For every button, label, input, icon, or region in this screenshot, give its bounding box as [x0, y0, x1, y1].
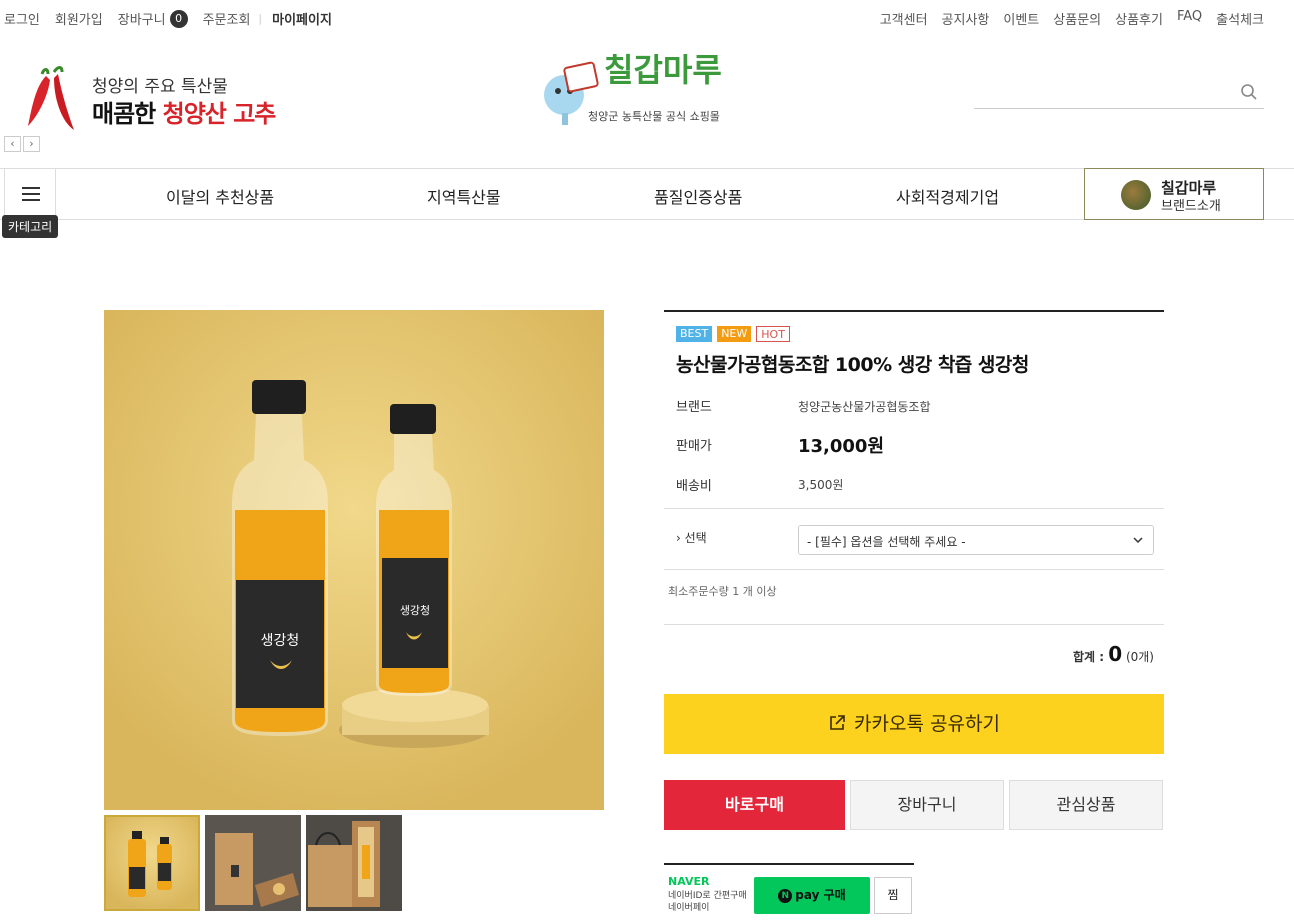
- total-label: 합계 :: [1072, 650, 1109, 664]
- total-count: (0개): [1125, 650, 1154, 664]
- divider: [664, 569, 1164, 570]
- category-menu-button[interactable]: [4, 169, 56, 219]
- hamburger-line: [22, 187, 40, 189]
- logo-tagline: 청양군 농특산물 공식 쇼핑몰: [588, 110, 720, 123]
- next-arrow-icon[interactable]: ›: [23, 136, 40, 152]
- kakao-share-label: 카카오톡 공유하기: [854, 713, 1000, 735]
- total-value: 0: [1108, 642, 1123, 666]
- order-lookup-link[interactable]: 주문조회: [203, 9, 251, 28]
- naver-pay-button[interactable]: Npay 구매: [754, 877, 870, 914]
- naver-pay-label: pay 구매: [795, 888, 846, 902]
- nav-item-monthly-pick[interactable]: 이달의 추천상품: [166, 184, 274, 208]
- brand-value: 청양군농산물가공협동조합: [798, 400, 931, 414]
- product-info-panel: BEST NEW HOT 농산물가공협동조합 100% 생강 착즙 생강청 브랜…: [664, 310, 1164, 920]
- banner-title-part2: 청양산 고추: [162, 100, 277, 128]
- banner-slide-arrows: ‹ ›: [4, 136, 42, 152]
- faq-link[interactable]: FAQ: [1177, 9, 1202, 28]
- cart-count-badge: 0: [169, 9, 188, 28]
- share-icon: [830, 715, 845, 730]
- event-link[interactable]: 이벤트: [1003, 9, 1039, 28]
- hot-badge: HOT: [756, 326, 790, 342]
- notice-link[interactable]: 공지사항: [942, 9, 990, 28]
- customer-center-link[interactable]: 고객센터: [880, 9, 928, 28]
- add-to-cart-button[interactable]: 장바구니: [850, 780, 1004, 830]
- option-label-text: 선택: [684, 531, 707, 545]
- total-price: 합계 : 0 (0개): [1073, 642, 1154, 666]
- naver-n-icon: N: [778, 889, 793, 903]
- promo-banner[interactable]: 청양의 주요 특산물 매콤한 청양산 고추: [28, 64, 308, 134]
- login-link[interactable]: 로그인: [4, 9, 40, 28]
- brand-label: 브랜드: [676, 400, 712, 415]
- divider: |: [258, 12, 263, 25]
- search-box: [974, 76, 1264, 109]
- shipping-value: 3,500원: [798, 478, 844, 492]
- banner-title-part1: 매콤한: [92, 100, 163, 128]
- nav-item-social-economy[interactable]: 사회적경제기업: [896, 184, 999, 208]
- main-nav: 이달의 추천상품 지역특산물 품질인증상품 사회적경제기업 칠갑마루 브랜드소개: [0, 168, 1294, 220]
- naver-pay-line2: 네이버페이: [668, 903, 710, 913]
- prev-arrow-icon[interactable]: ‹: [4, 136, 21, 152]
- bottle-label-text: 생강청: [400, 604, 430, 617]
- logo-brand-text: 칠갑마루: [604, 51, 722, 89]
- divider: [664, 508, 1164, 509]
- thumbnail-gift-bag-image: [215, 833, 299, 907]
- attendance-link[interactable]: 출석체크: [1216, 9, 1264, 28]
- hamburger-line: [22, 193, 40, 195]
- thumbnail-1[interactable]: [104, 815, 200, 911]
- price-label: 판매가: [676, 439, 712, 454]
- category-tooltip: 카테고리: [2, 215, 59, 238]
- signup-link[interactable]: 회원가입: [55, 9, 103, 28]
- thumbnail-bottles-image: [128, 831, 172, 897]
- kakao-share-button[interactable]: 카카오톡 공유하기: [664, 694, 1164, 754]
- naver-zzim-button[interactable]: 찜: [874, 877, 912, 914]
- mypage-link[interactable]: 마이페이지: [272, 9, 332, 28]
- product-title: 농산물가공협동조합 100% 생강 착즙 생강청: [676, 354, 1029, 376]
- product-badges: BEST NEW HOT: [676, 326, 795, 342]
- cart-link-label: 장바구니: [117, 13, 166, 28]
- thumbnail-3[interactable]: [306, 815, 402, 911]
- best-badge: BEST: [676, 326, 713, 342]
- new-badge: NEW: [717, 326, 752, 342]
- hamburger-line: [22, 199, 40, 201]
- min-order-text: 최소주문수량 1 개 이상: [668, 585, 777, 598]
- brand-avatar: [1121, 180, 1151, 210]
- product-inquiry-link[interactable]: 상품문의: [1053, 9, 1101, 28]
- brand-intro-subtitle: 브랜드소개: [1161, 199, 1221, 214]
- naver-pay-text: 네이버ID로 간편구매네이버페이: [668, 890, 747, 914]
- thumbnail-gift-box-image: [308, 821, 380, 907]
- brand-intro-button[interactable]: 칠갑마루 브랜드소개: [1084, 168, 1264, 220]
- chevron-down-icon: [1133, 537, 1143, 544]
- nav-item-regional[interactable]: 지역특산물: [427, 184, 501, 208]
- ginger-syrup-bottles-image: 생강청 생강청: [232, 380, 489, 748]
- naver-logo: NAVER: [668, 875, 710, 888]
- search-icon[interactable]: [1240, 83, 1258, 101]
- shipping-label: 배송비: [676, 479, 712, 494]
- thumbnail-list: [104, 815, 407, 911]
- bottle-label-text: 생강청: [261, 633, 300, 649]
- divider: [664, 624, 1164, 625]
- option-select-value: - [필수] 옵션을 선택해 주세요 -: [807, 535, 966, 549]
- thumbnail-2[interactable]: [205, 815, 301, 911]
- product-review-link[interactable]: 상품후기: [1115, 9, 1163, 28]
- naver-pay-line1: 네이버ID로 간편구매: [668, 891, 747, 901]
- search-input[interactable]: [974, 80, 1224, 106]
- top-utility-bar: 로그인 회원가입 장바구니 0 주문조회 | 마이페이지 고객센터 공지사항 이…: [0, 0, 1294, 36]
- naver-pay-section: NAVER 네이버ID로 간편구매네이버페이 Npay 구매 찜: [664, 863, 914, 921]
- buy-now-button[interactable]: 바로구매: [664, 780, 845, 830]
- wishlist-button[interactable]: 관심상품: [1009, 780, 1163, 830]
- chili-pepper-icon: [28, 66, 74, 130]
- price-value: 13,000원: [798, 436, 885, 457]
- banner-title: 매콤한 청양산 고추: [92, 94, 277, 129]
- top-left-links: 로그인 회원가입 장바구니 0 주문조회 | 마이페이지: [4, 9, 347, 28]
- option-label: › 선택: [676, 531, 707, 545]
- nav-item-certified[interactable]: 품질인증상품: [654, 184, 742, 208]
- option-select[interactable]: - [필수] 옵션을 선택해 주세요 -: [798, 525, 1154, 555]
- site-logo[interactable]: 칠갑마루 청양군 농특산물 공식 쇼핑몰: [536, 45, 736, 129]
- product-main-image[interactable]: 생강청 생강청: [104, 310, 604, 810]
- cart-link[interactable]: 장바구니 0: [118, 9, 188, 28]
- top-right-links: 고객센터 공지사항 이벤트 상품문의 상품후기 FAQ 출석체크: [866, 9, 1264, 28]
